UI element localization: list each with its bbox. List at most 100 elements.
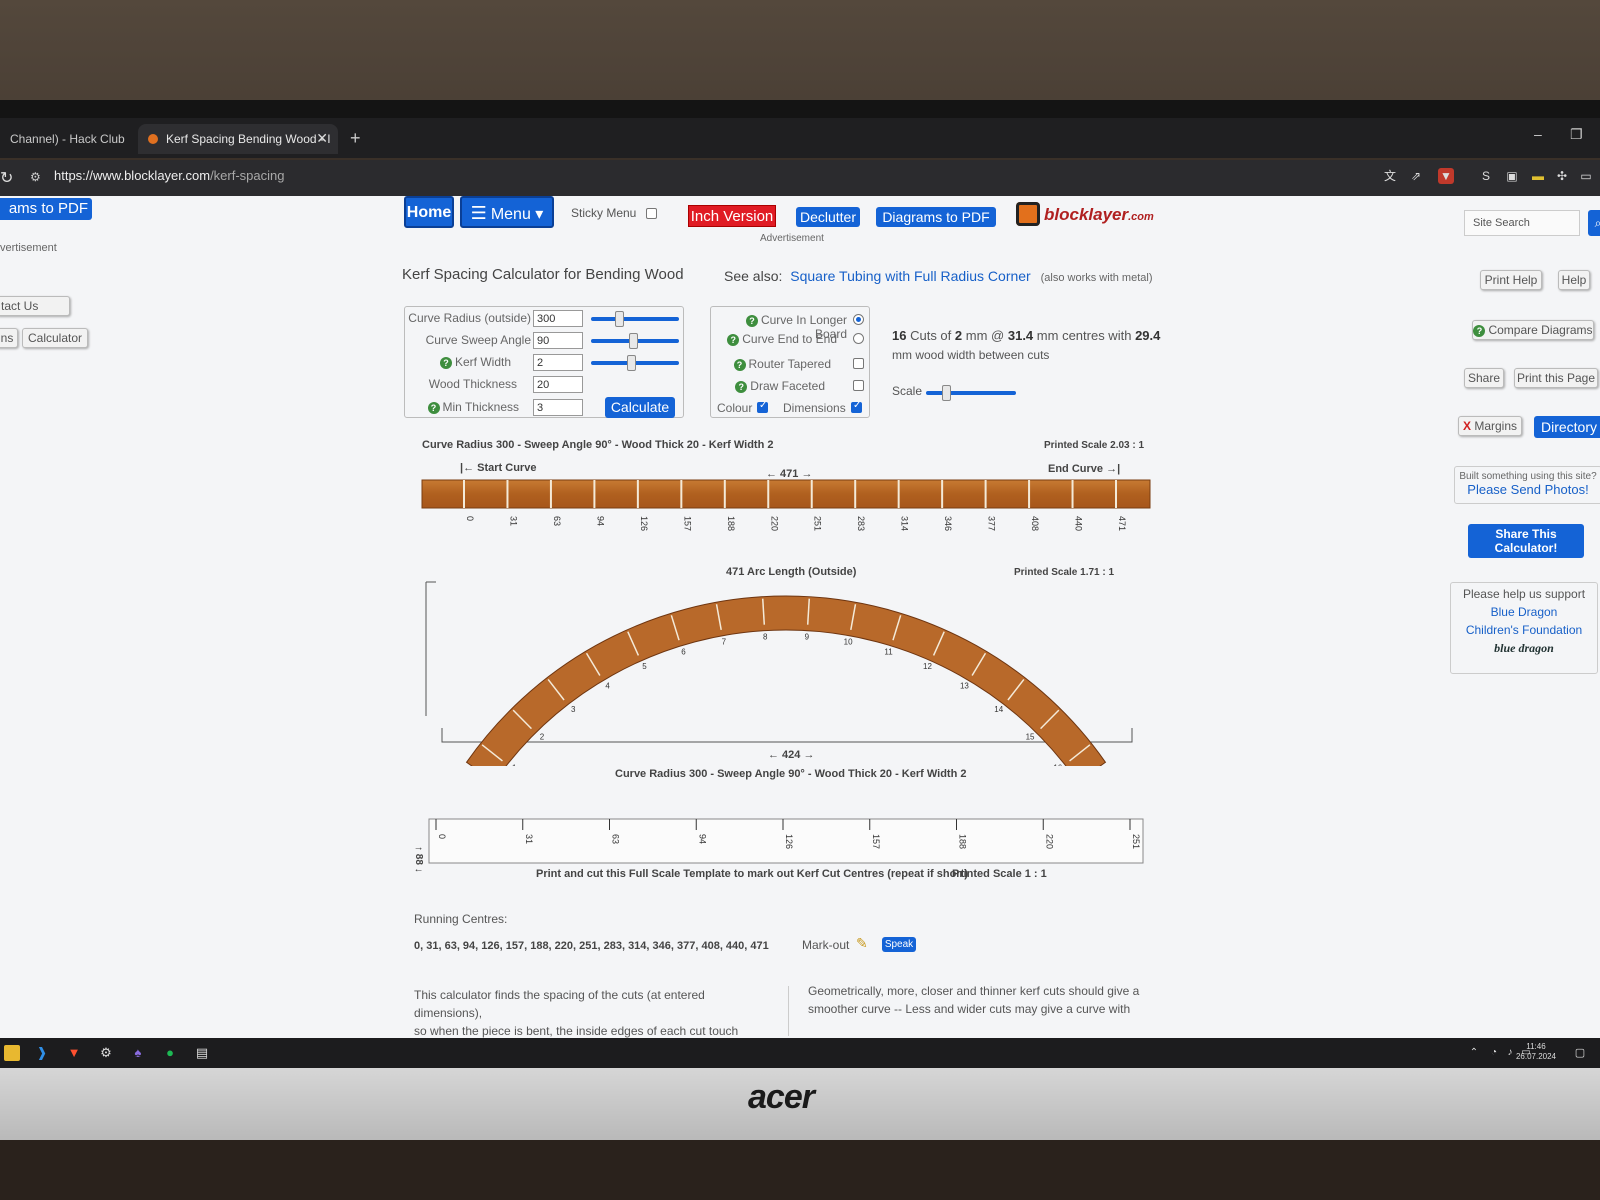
- brave-shield-icon[interactable]: ▼: [1438, 168, 1454, 184]
- page-title: Kerf Spacing Calculator for Bending Wood: [402, 266, 684, 283]
- speak-button[interactable]: Speak: [882, 937, 916, 952]
- compare-diagrams-button[interactable]: ? Compare Diagrams: [1472, 320, 1594, 340]
- curve-radius-slider[interactable]: [591, 311, 679, 327]
- see-also-label: See also:: [724, 268, 783, 284]
- calculator-button[interactable]: Calculator: [22, 328, 88, 348]
- pencil-icon[interactable]: ✎: [856, 935, 868, 952]
- board-tick-label: 471: [1117, 516, 1127, 531]
- scale-slider-knob[interactable]: [942, 385, 952, 401]
- min-thickness-input[interactable]: [533, 399, 583, 416]
- tab-kerf-spacing[interactable]: Kerf Spacing Bending Wood - I ✕: [138, 124, 338, 154]
- directory-button[interactable]: Directory: [1534, 416, 1600, 438]
- diagrams-to-pdf-button[interactable]: Diagrams to PDF: [876, 207, 996, 227]
- extension-clipboard-icon[interactable]: ▣: [1504, 168, 1520, 184]
- left-partial-button[interactable]: ns: [0, 328, 18, 348]
- reload-icon[interactable]: ↻: [0, 168, 13, 188]
- result-width: 2: [954, 328, 963, 343]
- sweep-angle-slider[interactable]: [591, 333, 679, 349]
- share-button[interactable]: Share: [1464, 368, 1504, 388]
- board-tick-label: 377: [987, 516, 997, 531]
- menu-button[interactable]: ☰ Menu ▾: [460, 196, 554, 228]
- menu-label: Menu ▾: [490, 206, 544, 223]
- close-tab-icon[interactable]: ✕: [316, 130, 328, 147]
- tab-hack-club[interactable]: Channel) - Hack Club - Slac: [0, 124, 128, 154]
- extension-wallet-icon[interactable]: ▬: [1530, 168, 1546, 184]
- share-calculator-button[interactable]: Share This Calculator!: [1468, 524, 1584, 558]
- kerf-width-input[interactable]: [533, 354, 583, 371]
- sweep-angle-slider-knob[interactable]: [628, 333, 638, 349]
- declutter-button[interactable]: Declutter: [796, 207, 860, 227]
- contact-us-button[interactable]: tact Us: [0, 296, 70, 316]
- curve-end-to-end-help-icon[interactable]: ?: [727, 334, 740, 346]
- draw-faceted-help-icon[interactable]: ?: [735, 381, 748, 393]
- tab-kerf-label: Kerf Spacing Bending Wood - I: [166, 132, 331, 146]
- draw-faceted-label: Draw Faceted: [750, 379, 825, 393]
- running-centres-values: 0, 31, 63, 94, 126, 157, 188, 220, 251, …: [414, 940, 769, 952]
- square-tubing-link[interactable]: Square Tubing with Full Radius Corner: [790, 268, 1030, 284]
- brand-logo-text[interactable]: blocklayer.com: [1044, 205, 1154, 225]
- blocklayer-favicon-icon: [148, 134, 158, 144]
- print-page-button[interactable]: Print this Page: [1514, 368, 1598, 388]
- blue-dragon-link[interactable]: Blue Dragon: [1451, 603, 1597, 621]
- site-search-input[interactable]: Site Search: [1464, 210, 1580, 236]
- send-photos-link[interactable]: Please Send Photos!: [1455, 482, 1600, 497]
- running-centres-label: Running Centres:: [414, 912, 508, 926]
- brave-icon[interactable]: ▼: [66, 1045, 82, 1061]
- curve-longer-board-help-icon[interactable]: ?: [745, 315, 758, 327]
- restore-icon[interactable]: ❐: [1570, 126, 1583, 143]
- home-button[interactable]: Home: [404, 196, 454, 228]
- calculate-button[interactable]: Calculate: [605, 397, 675, 418]
- site-settings-icon[interactable]: ⚙: [30, 170, 41, 184]
- curve-radius-slider-knob[interactable]: [614, 311, 624, 327]
- blocklayer-logo-icon[interactable]: [1016, 202, 1040, 226]
- sidebar-toggle-icon[interactable]: ▭: [1578, 168, 1594, 184]
- notifications-icon[interactable]: ▢: [1572, 1045, 1588, 1061]
- spotify-icon[interactable]: ●: [162, 1045, 178, 1061]
- system-clock[interactable]: 11:46 26.07.2024: [1516, 1042, 1556, 1062]
- router-tapered-checkbox[interactable]: [853, 358, 864, 369]
- template-tick-label: 188: [958, 834, 968, 849]
- sweep-angle-input[interactable]: [533, 332, 583, 349]
- sticky-menu-checkbox[interactable]: [646, 208, 657, 219]
- kerf-width-slider-knob[interactable]: [626, 355, 636, 371]
- print-help-button[interactable]: Print Help: [1480, 270, 1542, 290]
- tray-chevron-icon[interactable]: ⌃: [1466, 1045, 1482, 1061]
- assistant-icon[interactable]: ♠: [130, 1045, 146, 1061]
- dimensions-checkbox[interactable]: [851, 400, 862, 413]
- colour-checkbox[interactable]: [757, 400, 768, 413]
- extensions-puzzle-icon[interactable]: ✣: [1554, 168, 1570, 184]
- min-thickness-help-icon[interactable]: ?: [427, 402, 440, 414]
- help-button[interactable]: Help: [1558, 270, 1590, 290]
- room-wall: [0, 0, 1600, 110]
- minimize-icon[interactable]: –: [1534, 126, 1542, 142]
- childrens-foundation-link[interactable]: Children's Foundation: [1451, 621, 1597, 639]
- curve-longer-board-radio[interactable]: [853, 314, 864, 325]
- search-button[interactable]: ⌕: [1588, 210, 1600, 236]
- inch-version-button[interactable]: Inch Version: [688, 205, 776, 227]
- file-explorer-icon[interactable]: [4, 1045, 20, 1061]
- wood-thickness-input[interactable]: [533, 376, 583, 393]
- new-tab-button[interactable]: +: [350, 128, 361, 149]
- settings-icon[interactable]: ⚙: [98, 1045, 114, 1061]
- extension-s-icon[interactable]: S: [1478, 168, 1494, 184]
- browser-tab-bar: Channel) - Hack Club - Slac Kerf Spacing…: [0, 118, 1600, 158]
- curve-radius-input[interactable]: [533, 310, 583, 327]
- notepad-icon[interactable]: ▤: [194, 1045, 210, 1061]
- kerf-width-help-icon[interactable]: ?: [439, 357, 452, 369]
- translate-icon[interactable]: 文: [1382, 168, 1398, 184]
- url-field[interactable]: https://www.blocklayer.com/kerf-spacing: [54, 168, 284, 183]
- kerf-width-slider[interactable]: [591, 355, 679, 371]
- margins-button[interactable]: X Margins: [1458, 416, 1522, 436]
- send-photos-box: Built something using this site? Please …: [1454, 466, 1600, 504]
- share-icon[interactable]: ⇗: [1408, 168, 1424, 184]
- blue-dragon-logo[interactable]: blue dragon: [1451, 639, 1597, 657]
- router-tapered-help-icon[interactable]: ?: [733, 359, 746, 371]
- curve-end-to-end-radio[interactable]: [853, 333, 864, 344]
- vscode-icon[interactable]: ❱: [34, 1045, 50, 1061]
- network-icon[interactable]: ◔: [1486, 1045, 1502, 1061]
- scale-slider[interactable]: [926, 385, 1016, 401]
- scale-label: Scale: [892, 384, 923, 398]
- draw-faceted-checkbox[interactable]: [853, 380, 864, 391]
- board-tick-label: 440: [1074, 516, 1084, 531]
- diagrams-to-pdf-left-button[interactable]: ams to PDF: [0, 198, 92, 220]
